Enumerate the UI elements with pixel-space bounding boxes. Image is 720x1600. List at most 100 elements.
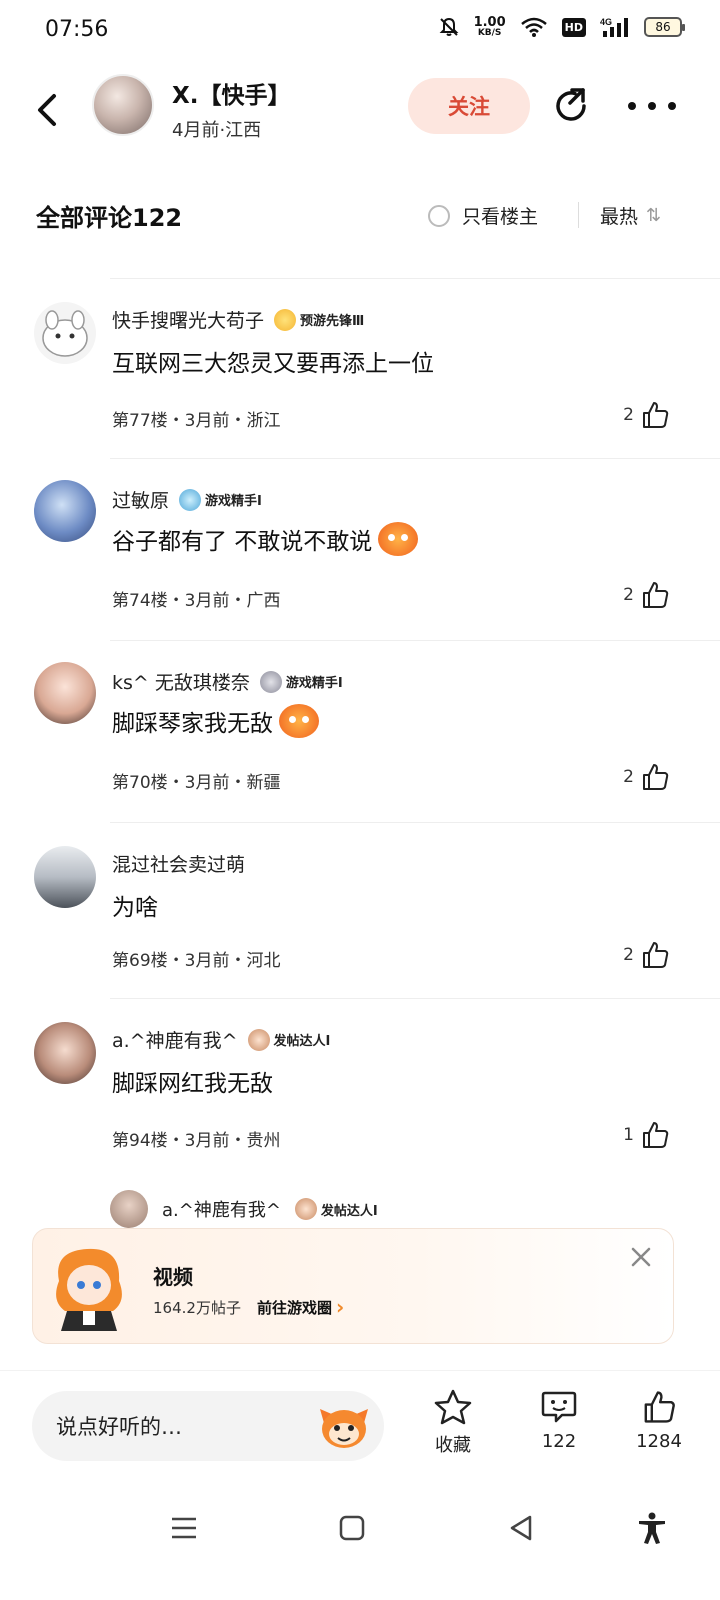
user-badge: 预游先锋Ⅲ — [274, 308, 364, 331]
comment-like-button[interactable]: 2 — [623, 940, 670, 970]
divider — [110, 822, 720, 823]
commenter-name[interactable]: ks^ 无敌琪楼奈 游戏精手Ⅰ — [112, 668, 343, 695]
share-icon[interactable] — [550, 84, 594, 128]
thumbs-up-icon — [643, 582, 669, 608]
commenter-avatar[interactable] — [34, 846, 96, 908]
only-op-label: 只看楼主 — [462, 206, 539, 228]
comment-item[interactable]: 过敏原 游戏精手Ⅰ 谷子都有了 不敢说不敢说 第74楼・3月前・广西 2 — [0, 458, 720, 640]
star-icon — [434, 1389, 472, 1425]
comment-item[interactable]: ks^ 无敌琪楼奈 游戏精手Ⅰ 脚踩琴家我无敌 第70楼・3月前・新疆 2 — [0, 640, 720, 822]
system-navigation-bar — [0, 1480, 720, 1600]
commenter-name[interactable]: 过敏原 游戏精手Ⅰ — [112, 486, 262, 513]
comment-item[interactable]: a.^神鹿有我^ 发帖达人Ⅰ 脚踩网红我无敌 第94楼・3月前・贵州 1 — [0, 998, 720, 1178]
comment-meta: 第94楼・3月前・贵州 — [112, 1131, 281, 1151]
reply-preview[interactable]: a.^神鹿有我^ 发帖达人Ⅰ — [110, 1190, 378, 1228]
only-op-toggle[interactable]: 只看楼主 — [428, 202, 538, 229]
post-header: X.【快手】 4月前·江西 关注 — [0, 66, 720, 156]
hd-badge: HD — [561, 17, 586, 37]
network-speed: 1.00 KB/S — [473, 15, 506, 38]
comment-like-button[interactable]: 2 — [623, 580, 670, 610]
commenter-avatar[interactable] — [34, 1022, 96, 1084]
anime-character-icon — [56, 1248, 122, 1331]
mute-bell-icon — [439, 17, 458, 36]
user-badge: 游戏精手Ⅰ — [179, 488, 262, 511]
signal-icon: 4G — [600, 17, 628, 37]
status-bar: 07:56 1.00 KB/S HD 4G 86 — [0, 0, 720, 66]
sort-selector[interactable]: 最热 ⇅ — [600, 202, 661, 229]
comment-like-button[interactable]: 1 — [623, 1120, 670, 1150]
close-icon[interactable] — [629, 1245, 653, 1269]
go-to-game-circle-link[interactable]: 前往游戏圈 › — [257, 1295, 344, 1319]
sort-label: 最热 — [600, 206, 639, 228]
banner-title: 视频 — [153, 1265, 193, 1289]
toolbar-divider — [578, 202, 579, 228]
thumbs-up-icon — [643, 942, 669, 968]
comment-count-button[interactable]: 122 — [524, 1389, 594, 1452]
comment-meta: 第74楼・3月前・广西 — [112, 591, 281, 611]
follow-button[interactable]: 关注 — [408, 78, 530, 134]
comment-meta: 第77楼・3月前・浙江 — [112, 411, 281, 431]
radio-icon[interactable] — [428, 204, 450, 227]
commenter-avatar[interactable] — [34, 662, 96, 724]
user-badge: 游戏精手Ⅰ — [259, 670, 343, 693]
badge-icon — [259, 670, 282, 693]
comment-text: 为啥 — [112, 895, 158, 921]
home-icon[interactable] — [334, 1510, 370, 1546]
commenter-avatar[interactable] — [34, 302, 96, 364]
menu-icon[interactable] — [166, 1510, 202, 1546]
comment-toolbar: 全部评论122 只看楼主 最热 ⇅ — [0, 190, 720, 240]
bottom-action-bar: 说点好听的… 收藏 122 1284 — [0, 1370, 720, 1480]
commenter-name[interactable]: 快手搜曙光大苟子 预游先锋Ⅲ — [112, 306, 364, 333]
divider — [110, 998, 720, 999]
divider — [110, 458, 720, 459]
status-icons: 1.00 KB/S HD 4G 86 — [438, 15, 685, 38]
comment-text: 脚踩网红我无敌 — [112, 1071, 273, 1097]
comment-like-button[interactable]: 2 — [623, 762, 670, 792]
back-triangle-icon[interactable] — [504, 1510, 540, 1546]
banner-post-count: 164.2万帖子 — [153, 1298, 241, 1317]
badge-icon — [294, 1198, 317, 1220]
status-time: 07:56 — [45, 17, 109, 42]
thumbs-up-icon — [644, 1391, 675, 1423]
comment-item[interactable]: 快手搜曙光大苟子 预游先锋Ⅲ 互联网三大怨灵又要再添上一位 第77楼・3月前・浙… — [0, 278, 720, 458]
commenter-name[interactable]: 混过社会卖过萌 — [112, 850, 245, 877]
comment-text: 脚踩琴家我无敌 — [112, 704, 319, 738]
comment-item[interactable]: 混过社会卖过萌 为啥 第69楼・3月前・河北 2 — [0, 822, 720, 998]
banner-subtitle: 164.2万帖子 前往游戏圈 › — [153, 1295, 344, 1319]
author-meta: 4月前·江西 — [172, 120, 262, 141]
comment-meta: 第69楼・3月前・河北 — [112, 951, 281, 971]
reply-username: a.^神鹿有我^ — [162, 1200, 281, 1221]
battery-indicator: 86 — [644, 17, 685, 37]
favorite-button[interactable]: 收藏 — [418, 1389, 488, 1457]
like-post-button[interactable]: 1284 — [624, 1389, 694, 1452]
accessibility-icon[interactable] — [634, 1510, 670, 1546]
comment-input[interactable]: 说点好听的… — [32, 1391, 384, 1461]
badge-icon — [274, 308, 297, 331]
author-name[interactable]: X.【快手】 — [172, 76, 290, 110]
comment-bubble-icon — [541, 1391, 577, 1423]
laughing-emoji-icon — [279, 704, 319, 738]
sort-icon: ⇅ — [646, 205, 662, 226]
author-avatar[interactable] — [92, 74, 154, 136]
commenter-name[interactable]: a.^神鹿有我^ 发帖达人Ⅰ — [112, 1026, 330, 1053]
commenter-avatar[interactable] — [34, 480, 96, 542]
back-arrow-icon[interactable] — [28, 88, 68, 132]
comment-input-placeholder: 说点好听的… — [56, 1415, 182, 1439]
comment-like-button[interactable]: 2 — [623, 400, 670, 430]
more-options-icon[interactable] — [628, 92, 676, 120]
thumbs-up-icon — [643, 764, 669, 790]
comment-meta: 第70楼・3月前・新疆 — [112, 773, 281, 793]
chevron-right-icon: › — [335, 1295, 345, 1319]
comment-text: 谷子都有了 不敢说不敢说 — [112, 522, 419, 556]
badge-icon — [247, 1028, 270, 1051]
divider — [110, 278, 720, 279]
badge-icon — [179, 488, 202, 511]
emoji-mascot-icon[interactable] — [318, 1401, 370, 1451]
svg-text:4G: 4G — [600, 17, 612, 27]
reply-avatar[interactable] — [110, 1190, 148, 1228]
comment-count-title: 全部评论122 — [36, 204, 183, 232]
game-circle-banner[interactable]: 视频 164.2万帖子 前往游戏圈 › — [32, 1228, 674, 1344]
wifi-icon — [520, 17, 547, 37]
comment-text: 互联网三大怨灵又要再添上一位 — [112, 351, 434, 377]
thumbs-up-icon — [643, 1122, 669, 1148]
